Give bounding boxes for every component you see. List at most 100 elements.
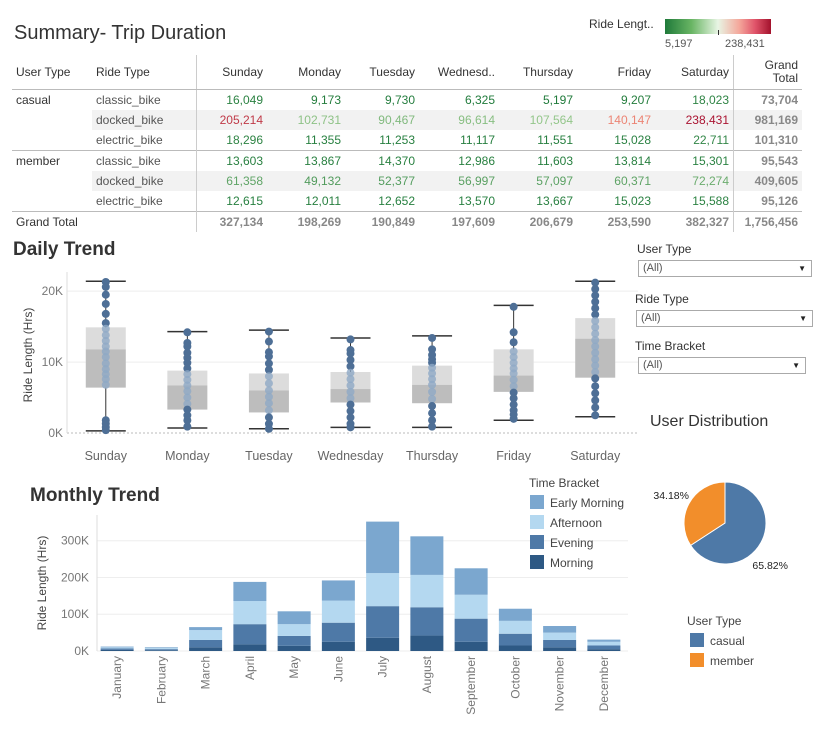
- data-point[interactable]: [264, 327, 273, 336]
- value-cell[interactable]: 22,711: [655, 130, 734, 151]
- bar-segment-early-morning[interactable]: [366, 521, 400, 574]
- legend-item-morning[interactable]: Morning: [530, 555, 593, 570]
- value-cell[interactable]: 238,431: [655, 110, 734, 130]
- value-cell[interactable]: 16,049: [197, 90, 268, 111]
- bar-segment-early-morning[interactable]: [233, 581, 267, 602]
- table-row[interactable]: docked_bike 61,358 49,132 52,377 56,997 57,09…: [12, 171, 802, 191]
- header-wednesday[interactable]: Wednesd..: [419, 55, 499, 90]
- bar-segment-early-morning[interactable]: [321, 580, 355, 601]
- bar-segment-evening[interactable]: [498, 633, 532, 646]
- bar-segment-early-morning[interactable]: [410, 536, 444, 575]
- value-cell[interactable]: 9,207: [577, 90, 655, 111]
- header-tuesday[interactable]: Tuesday: [345, 55, 419, 90]
- bar-segment-morning[interactable]: [100, 649, 134, 651]
- daily-trend-chart[interactable]: 0K 10K 20K Ride Length (Hrs) Sunday Monday Tue…: [0, 262, 640, 472]
- data-point[interactable]: [591, 374, 600, 383]
- value-cell[interactable]: 56,997: [419, 171, 499, 191]
- legend-item-casual[interactable]: casual: [690, 633, 745, 648]
- bar-segment-evening[interactable]: [366, 606, 400, 638]
- data-point[interactable]: [264, 424, 273, 433]
- data-point[interactable]: [101, 309, 110, 318]
- chevron-down-icon[interactable]: ▼: [792, 358, 800, 373]
- value-cell[interactable]: 90,467: [345, 110, 419, 130]
- bar-segment-afternoon[interactable]: [233, 601, 267, 625]
- value-cell[interactable]: 102,731: [267, 110, 345, 130]
- header-sunday[interactable]: Sunday: [196, 55, 267, 90]
- value-cell[interactable]: 12,011: [267, 191, 345, 212]
- filter-dropdown-time-bracket[interactable]: (All) ▼: [638, 357, 806, 374]
- value-cell[interactable]: 11,603: [499, 150, 577, 171]
- legend-item-member[interactable]: member: [690, 653, 754, 668]
- bar-segment-afternoon[interactable]: [454, 594, 488, 619]
- bar-segment-evening[interactable]: [144, 649, 178, 651]
- data-point[interactable]: [428, 409, 437, 418]
- header-saturday[interactable]: Saturday: [655, 55, 734, 90]
- header-thursday[interactable]: Thursday: [499, 55, 577, 90]
- bar-segment-evening[interactable]: [233, 624, 267, 645]
- bar-segment-afternoon[interactable]: [189, 630, 223, 640]
- value-cell[interactable]: 12,986: [419, 150, 499, 171]
- data-point[interactable]: [509, 414, 518, 423]
- chevron-down-icon[interactable]: ▼: [798, 261, 806, 276]
- table-row[interactable]: electric_bike 12,615 12,011 12,652 13,570 13,…: [12, 191, 802, 212]
- bar-segment-early-morning[interactable]: [189, 627, 223, 631]
- value-cell[interactable]: 96,614: [419, 110, 499, 130]
- data-point[interactable]: [101, 426, 110, 435]
- data-point[interactable]: [591, 411, 600, 420]
- bar-segment-afternoon[interactable]: [587, 641, 621, 646]
- value-cell[interactable]: 107,564: [499, 110, 577, 130]
- bar-segment-morning[interactable]: [498, 645, 532, 651]
- data-point[interactable]: [428, 394, 437, 403]
- data-point[interactable]: [428, 402, 437, 411]
- value-cell[interactable]: 12,615: [197, 191, 268, 212]
- header-grand-total[interactable]: Grand Total: [733, 55, 802, 90]
- data-point[interactable]: [509, 328, 518, 337]
- bar-segment-afternoon[interactable]: [410, 574, 444, 608]
- value-cell[interactable]: 12,652: [345, 191, 419, 212]
- filter-dropdown-ride-type[interactable]: (All) ▼: [636, 310, 813, 327]
- data-point[interactable]: [264, 352, 273, 361]
- bar-segment-morning[interactable]: [587, 649, 621, 651]
- header-ride-type[interactable]: Ride Type: [92, 55, 197, 90]
- value-cell[interactable]: 18,023: [655, 89, 734, 110]
- value-cell[interactable]: 9,730: [345, 90, 419, 111]
- data-point[interactable]: [264, 337, 273, 346]
- table-row[interactable]: member classic_bike 13,603 13,867 14,370 12,9…: [12, 150, 802, 171]
- bar-segment-evening[interactable]: [100, 648, 134, 650]
- value-cell[interactable]: 11,355: [267, 130, 345, 151]
- table-row[interactable]: casual classic_bike 16,049 9,173 9,730 6,325 5…: [12, 89, 802, 111]
- data-point[interactable]: [428, 422, 437, 431]
- value-cell[interactable]: 15,588: [655, 191, 734, 212]
- header-monday[interactable]: Monday: [267, 55, 345, 90]
- data-point[interactable]: [591, 389, 600, 398]
- bar-segment-evening[interactable]: [321, 622, 355, 642]
- value-cell[interactable]: 15,028: [577, 130, 655, 151]
- value-cell[interactable]: 205,214: [196, 110, 267, 130]
- legend-item-evening[interactable]: Evening: [530, 535, 593, 550]
- value-cell[interactable]: 5,197: [499, 90, 577, 111]
- data-point[interactable]: [264, 406, 273, 415]
- legend-item-early-morning[interactable]: Early Morning: [530, 495, 624, 510]
- bar-segment-evening[interactable]: [587, 645, 621, 650]
- bar-segment-afternoon[interactable]: [100, 647, 134, 649]
- bar-segment-afternoon[interactable]: [498, 620, 532, 634]
- value-cell[interactable]: 60,371: [577, 171, 655, 191]
- data-point[interactable]: [101, 282, 110, 291]
- value-cell[interactable]: 13,603: [196, 150, 267, 171]
- filter-dropdown-user-type[interactable]: (All) ▼: [638, 260, 812, 277]
- value-cell[interactable]: 11,551: [499, 130, 577, 151]
- value-cell[interactable]: 140,147: [577, 110, 655, 130]
- bar-segment-afternoon[interactable]: [366, 573, 400, 607]
- value-cell[interactable]: 9,173: [267, 90, 345, 111]
- bar-segment-early-morning[interactable]: [454, 568, 488, 595]
- bar-segment-evening[interactable]: [189, 639, 223, 648]
- bar-segment-early-morning[interactable]: [100, 646, 134, 648]
- data-point[interactable]: [346, 423, 355, 432]
- table-row[interactable]: docked_bike 205,214 102,731 90,467 96,614 107…: [12, 110, 802, 130]
- value-cell[interactable]: 15,301: [655, 150, 734, 171]
- data-point[interactable]: [591, 396, 600, 405]
- bar-segment-afternoon[interactable]: [321, 600, 355, 623]
- table-row[interactable]: electric_bike 18,296 11,355 11,253 11,117 11,…: [12, 130, 802, 151]
- data-point[interactable]: [264, 372, 273, 381]
- bar-segment-early-morning[interactable]: [498, 608, 532, 621]
